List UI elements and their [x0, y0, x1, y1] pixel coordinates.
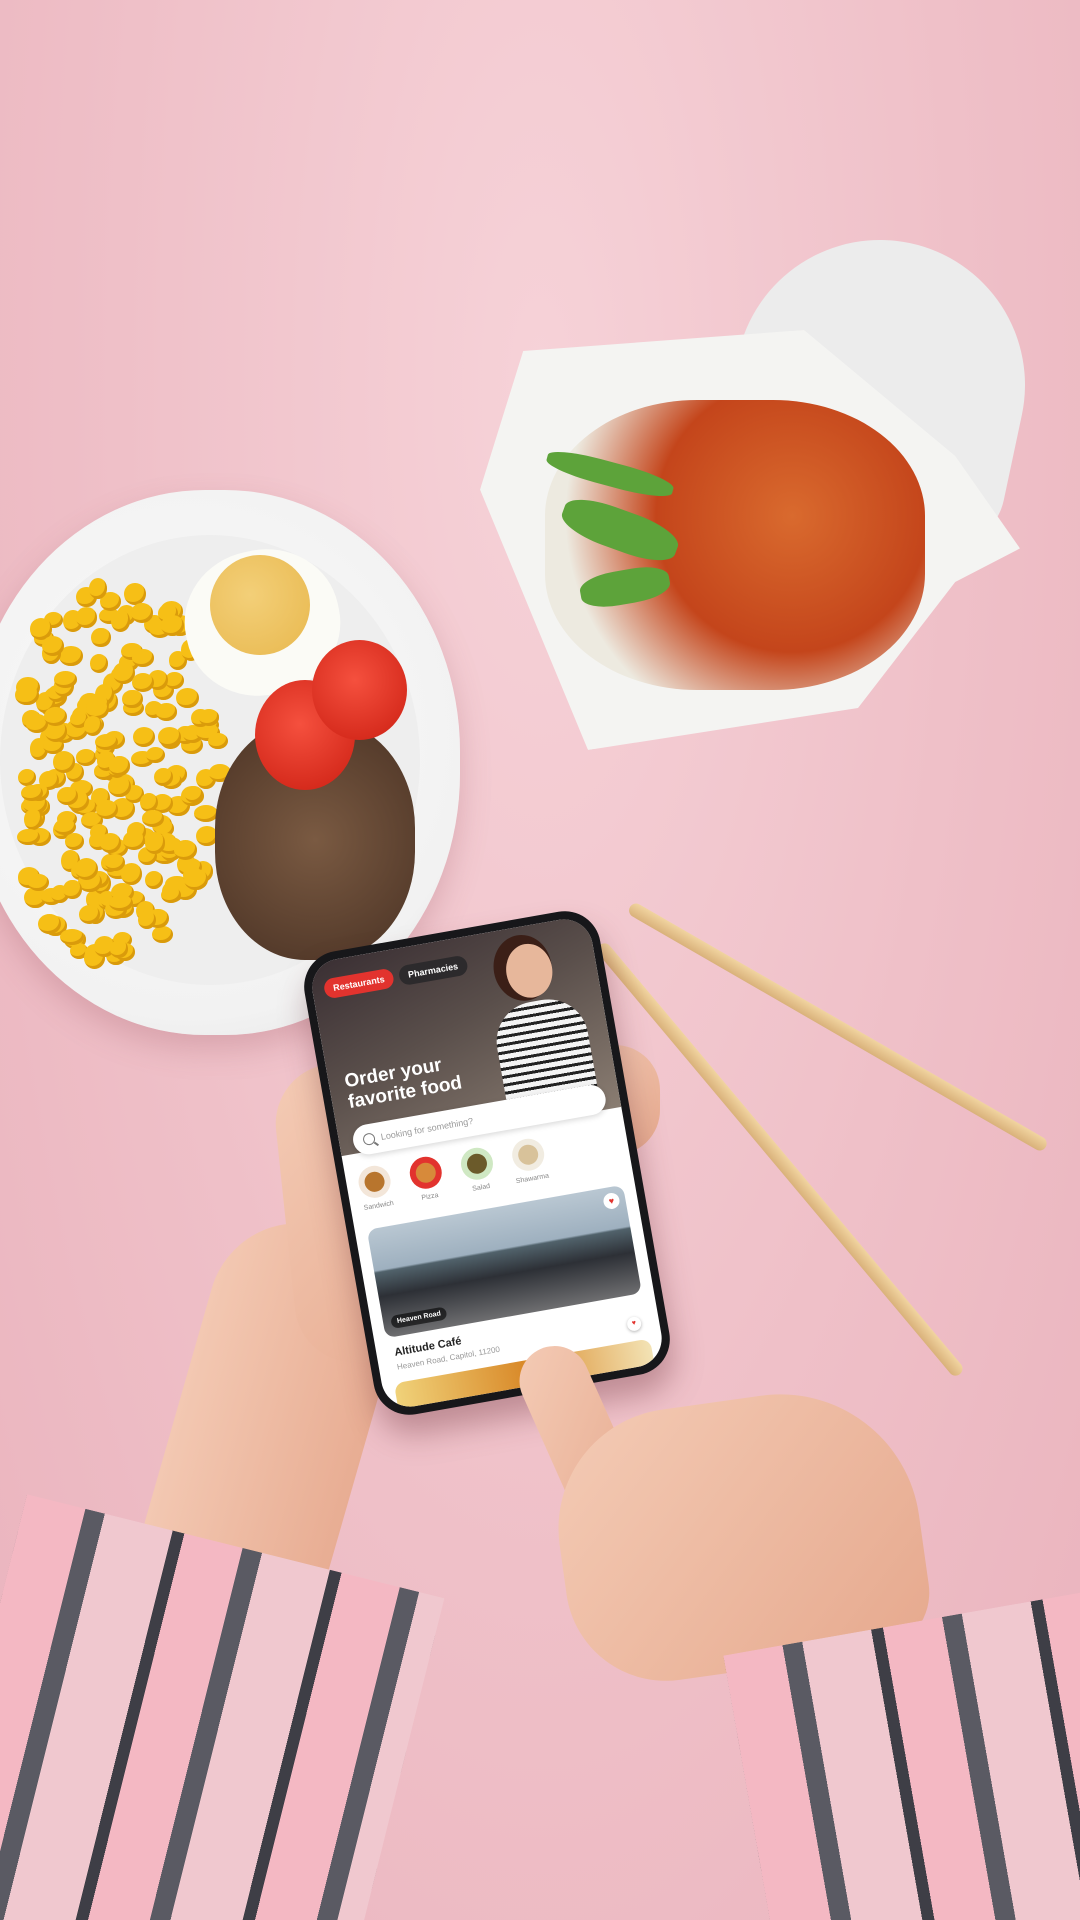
favorite-icon[interactable]: ♥	[626, 1315, 643, 1332]
egg-yolk	[210, 555, 310, 655]
corn-kernel	[130, 602, 154, 623]
corn-kernel	[141, 809, 165, 827]
corn-kernel	[175, 688, 199, 709]
corn-kernel	[100, 833, 121, 854]
hero-title: Order your favorite food	[342, 1054, 464, 1113]
corn-kernel	[53, 670, 77, 688]
salad-icon	[458, 1145, 496, 1183]
location-tag: Heaven Road	[390, 1306, 448, 1329]
corn-kernel	[63, 879, 82, 900]
corn-kernel	[123, 831, 145, 850]
corn-kernel	[16, 828, 40, 846]
corn-kernel	[165, 671, 184, 689]
corn-kernel	[109, 940, 129, 958]
corn-kernel	[154, 767, 173, 786]
tomato-slice	[312, 640, 407, 740]
corn-kernel	[156, 703, 178, 721]
corn-kernel	[27, 873, 49, 891]
corn-kernel	[121, 863, 143, 885]
corn-kernel	[83, 716, 102, 736]
corn-kernel	[109, 756, 130, 776]
corn-kernel	[122, 689, 143, 709]
category-label: Shawarma	[515, 1172, 550, 1186]
corn-kernel	[15, 684, 39, 706]
corn-kernel	[184, 869, 208, 891]
corn-kernel	[52, 751, 75, 773]
category-sandwich[interactable]: Sandwich	[352, 1163, 399, 1213]
corn-kernel	[124, 583, 146, 606]
corn-kernel	[54, 819, 76, 836]
corn-kernel	[157, 727, 181, 748]
corn-kernel	[152, 925, 174, 943]
category-salad[interactable]: Salad	[455, 1145, 502, 1195]
corn-kernel	[60, 929, 84, 946]
corn-kernel	[89, 577, 108, 599]
corn-kernel	[23, 809, 42, 830]
corn-kernel	[43, 706, 67, 727]
category-pizza[interactable]: Pizza	[403, 1154, 450, 1204]
corn-kernel	[94, 733, 118, 751]
corn-kernel	[57, 786, 78, 806]
photo-scene: Restaurants Pharmacies Order your favori…	[0, 0, 1080, 1920]
corn-kernel	[145, 747, 165, 764]
corn-kernel	[78, 904, 100, 924]
corn-kernel	[198, 709, 220, 726]
shawarma-icon	[509, 1136, 547, 1174]
corn-kernel	[173, 840, 197, 860]
pizza-icon	[407, 1154, 445, 1192]
corn-kernel	[132, 727, 155, 748]
corn-kernel	[37, 914, 61, 934]
corn-kernel	[111, 609, 131, 632]
corn-kernel	[161, 615, 184, 636]
corn-kernel	[160, 886, 181, 903]
category-label: Pizza	[420, 1191, 440, 1202]
corn-kernel	[109, 894, 134, 911]
restaurant-card-image[interactable]: Heaven Road ♥	[366, 1184, 642, 1339]
corn-kernel	[131, 649, 154, 667]
category-shawarma[interactable]: Shawarma	[506, 1135, 553, 1185]
category-label: Salad	[471, 1182, 491, 1193]
corn-kernel	[207, 732, 228, 750]
heart-icon[interactable]: ♥	[602, 1191, 621, 1211]
search-icon	[362, 1132, 377, 1147]
corn-kernel	[75, 857, 99, 880]
corn-kernel	[108, 775, 131, 798]
category-label: Sandwich	[363, 1199, 395, 1213]
corn-kernel	[91, 627, 111, 648]
corn-kernel	[144, 832, 166, 854]
search-placeholder: Looking for something?	[380, 1115, 474, 1142]
top-tabs: Restaurants Pharmacies	[322, 954, 469, 1000]
tab-pharmacies[interactable]: Pharmacies	[397, 954, 469, 987]
sandwich-icon	[356, 1163, 394, 1201]
tab-restaurants[interactable]: Restaurants	[322, 967, 396, 1000]
